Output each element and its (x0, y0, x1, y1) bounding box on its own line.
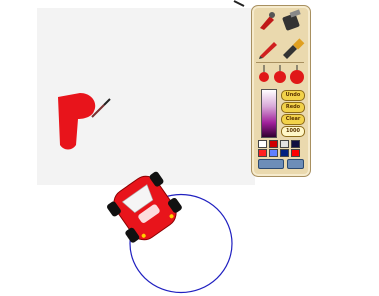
divider (256, 62, 304, 63)
swatch-2[interactable] (269, 140, 278, 148)
brush-icon[interactable] (281, 37, 305, 59)
clear-button[interactable]: Clear (281, 114, 305, 125)
spray-can-icon[interactable] (256, 10, 278, 32)
swatch-8[interactable] (291, 149, 300, 157)
swatch-6[interactable] (269, 149, 278, 157)
tool-palette: Undo Redo Clear 1000 (251, 5, 311, 177)
pencil-icon[interactable] (257, 37, 279, 59)
next-button[interactable] (287, 159, 304, 169)
corner-mark (233, 0, 245, 7)
swatch-1[interactable] (258, 140, 267, 148)
swatch-7[interactable] (280, 149, 289, 157)
small-dot-brush-icon[interactable] (257, 64, 271, 84)
save-button[interactable] (258, 159, 284, 169)
color-gradient-slider[interactable] (261, 89, 277, 138)
redo-button[interactable]: Redo (281, 102, 305, 113)
swatch-4[interactable] (291, 140, 300, 148)
swatch-3[interactable] (280, 140, 289, 148)
toy-car[interactable] (100, 168, 190, 248)
size-button[interactable]: 1000 (281, 126, 305, 137)
undo-button[interactable]: Undo (281, 90, 305, 101)
medium-dot-brush-icon[interactable] (273, 64, 287, 84)
bucket-icon[interactable] (280, 9, 304, 33)
paint-stroke (58, 93, 111, 150)
large-dot-brush-icon[interactable] (289, 64, 305, 84)
swatch-5[interactable] (258, 149, 267, 157)
